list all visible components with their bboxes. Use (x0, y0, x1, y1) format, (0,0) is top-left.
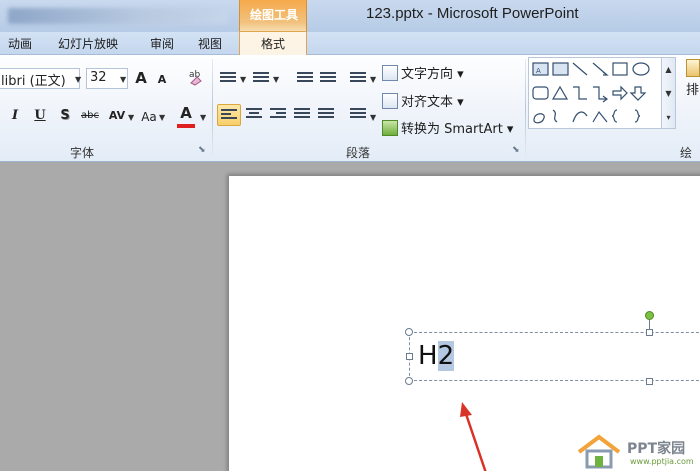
house-logo-icon (577, 434, 621, 469)
align-right-icon[interactable] (270, 108, 286, 122)
tab-view[interactable]: 视图 (198, 35, 222, 52)
context-tab-title: 绘图工具 (249, 8, 298, 22)
shapes-gallery[interactable]: A (528, 57, 662, 129)
font-group-label: 字体 (70, 146, 95, 160)
clear-formatting-icon[interactable]: ab (185, 67, 209, 87)
font-color-dropdown-icon[interactable]: ▼ (200, 113, 206, 122)
align-center-icon[interactable] (246, 108, 262, 122)
shapes-gallery-scroll[interactable]: ▲ ▼ ▾ (662, 57, 676, 129)
underline-button[interactable]: U (32, 106, 48, 126)
tab-slide-show[interactable]: 幻灯片放映 (58, 35, 118, 52)
text-direction-label: 文字方向 (401, 67, 454, 82)
context-tab-header: 绘图工具 (239, 0, 307, 32)
columns-dropdown-icon[interactable]: ▼ (370, 113, 376, 122)
resize-handle-bottom[interactable] (646, 378, 653, 385)
change-case-dropdown-icon[interactable]: ▼ (159, 113, 165, 122)
font-color-button[interactable]: A (177, 104, 195, 124)
font-name-value: libri (正文) (1, 74, 66, 89)
ribbon: libri (正文) ▼ 32 ▼ A A ab I U S abc AV ▼ … (0, 55, 700, 177)
font-color-swatch (177, 124, 195, 128)
text-direction-button[interactable]: 文字方向 ▾ (382, 63, 464, 82)
align-text-button[interactable]: 对齐文本 ▾ (382, 91, 464, 110)
group-separator (212, 59, 213, 159)
resize-handle-bottom-left[interactable] (405, 377, 413, 385)
tab-format[interactable]: 格式 (239, 31, 307, 56)
paragraph-dialog-launcher-icon[interactable]: ⬊ (512, 145, 520, 155)
strikethrough-button[interactable]: abc (79, 106, 101, 126)
font-size-dropdown-icon[interactable]: ▼ (120, 75, 126, 84)
smartart-icon (382, 120, 398, 136)
watermark-name: PPT家园 (627, 441, 686, 457)
font-name-combo[interactable]: libri (正文) (0, 68, 80, 89)
arrange-button[interactable]: 排 (686, 81, 700, 101)
line-spacing-icon[interactable] (350, 72, 366, 86)
arrange-icon (686, 59, 700, 77)
watermark-url: www.pptjia.com (630, 457, 694, 466)
align-left-button[interactable] (217, 104, 241, 126)
resize-handle-top[interactable] (646, 329, 653, 336)
font-size-value: 32 (90, 70, 107, 85)
red-arrow-annotation (460, 402, 487, 471)
character-spacing-dropdown-icon[interactable]: ▼ (128, 113, 134, 122)
decrease-indent-icon[interactable] (297, 72, 313, 86)
shrink-font-button[interactable]: A (155, 70, 169, 90)
ribbon-tab-row: 动画 幻灯片放映 审阅 视图 格式 (0, 31, 700, 56)
font-name-dropdown-icon[interactable]: ▼ (75, 75, 81, 84)
svg-text:A: A (536, 67, 541, 75)
font-dialog-launcher-icon[interactable]: ⬊ (198, 145, 206, 155)
textbox-text[interactable]: H2 (418, 340, 455, 372)
columns-icon[interactable] (350, 108, 366, 122)
paragraph-group-label: 段落 (346, 146, 371, 160)
tab-review[interactable]: 审阅 (150, 35, 174, 52)
group-separator (525, 59, 526, 159)
rotation-handle[interactable] (645, 311, 654, 320)
character-spacing-button[interactable]: AV (106, 106, 128, 126)
bullets-dropdown-icon[interactable]: ▼ (240, 75, 246, 84)
numbering-dropdown-icon[interactable]: ▼ (273, 75, 279, 84)
textbox-text-normal: H (418, 341, 438, 371)
window-title: 123.pptx - Microsoft PowerPoint (366, 5, 579, 22)
convert-smartart-label: 转换为 SmartArt (401, 122, 503, 137)
numbering-icon[interactable] (253, 72, 269, 86)
text-direction-icon (382, 65, 398, 81)
textbox-text-selected: 2 (437, 341, 455, 371)
italic-button[interactable]: I (8, 106, 22, 126)
justify-icon[interactable] (294, 108, 310, 122)
tab-animations[interactable]: 动画 (8, 35, 32, 52)
text-shadow-button[interactable]: S (57, 106, 73, 126)
bullets-icon[interactable] (220, 72, 236, 86)
shapes-gallery-icons: A (532, 62, 650, 124)
watermark: PPT家园 www.pptjia.com (575, 432, 700, 471)
grow-font-button[interactable]: A (133, 68, 149, 88)
align-text-label: 对齐文本 (401, 95, 454, 110)
distribute-icon[interactable] (318, 108, 334, 122)
resize-handle-top-left[interactable] (405, 328, 413, 336)
align-text-icon (382, 93, 398, 109)
quick-access-toolbar (8, 8, 228, 24)
change-case-button[interactable]: Aa (139, 107, 159, 127)
convert-to-smartart-button[interactable]: 转换为 SmartArt ▾ (382, 118, 513, 137)
increase-indent-icon[interactable] (320, 72, 336, 86)
resize-handle-left[interactable] (406, 353, 413, 360)
title-bar: 绘图工具 123.pptx - Microsoft PowerPoint (0, 0, 700, 32)
line-spacing-dropdown-icon[interactable]: ▼ (370, 75, 376, 84)
